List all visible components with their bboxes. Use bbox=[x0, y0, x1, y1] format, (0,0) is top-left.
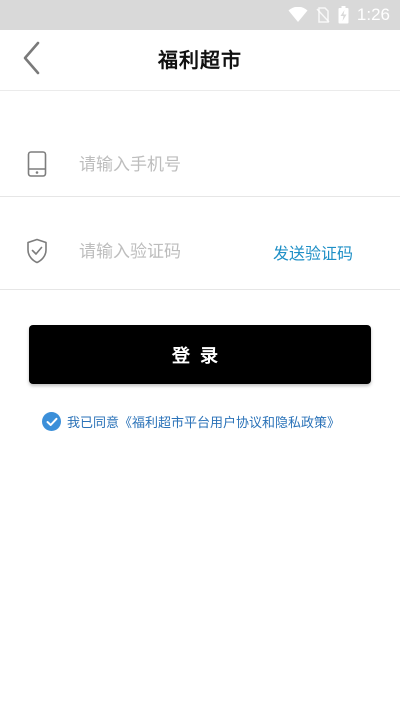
phone-icon bbox=[24, 150, 50, 178]
no-sim-icon bbox=[316, 7, 330, 23]
send-code-button[interactable]: 发送验证码 bbox=[273, 240, 353, 264]
checkmark-icon bbox=[46, 412, 58, 431]
wifi-icon bbox=[288, 7, 308, 23]
agreement-text[interactable]: 我已同意《福利超市平台用户协议和隐私政策》 bbox=[67, 412, 340, 431]
page-title: 福利超市 bbox=[158, 48, 242, 72]
phone-row bbox=[0, 130, 400, 197]
agreement-checkbox[interactable] bbox=[42, 411, 61, 431]
battery-charging-icon bbox=[338, 6, 349, 24]
code-row: 发送验证码 bbox=[0, 211, 400, 290]
status-time: 1:26 bbox=[356, 5, 390, 24]
login-button[interactable]: 登录 bbox=[29, 325, 371, 384]
verification-code-input[interactable] bbox=[79, 237, 259, 267]
agreement-row: 我已同意《福利超市平台用户协议和隐私政策》 bbox=[42, 410, 340, 432]
status-bar: 1:26 bbox=[0, 0, 400, 30]
shield-icon bbox=[24, 237, 50, 265]
nav-bar: 福利超市 bbox=[0, 30, 400, 91]
phone-input[interactable] bbox=[79, 150, 359, 180]
